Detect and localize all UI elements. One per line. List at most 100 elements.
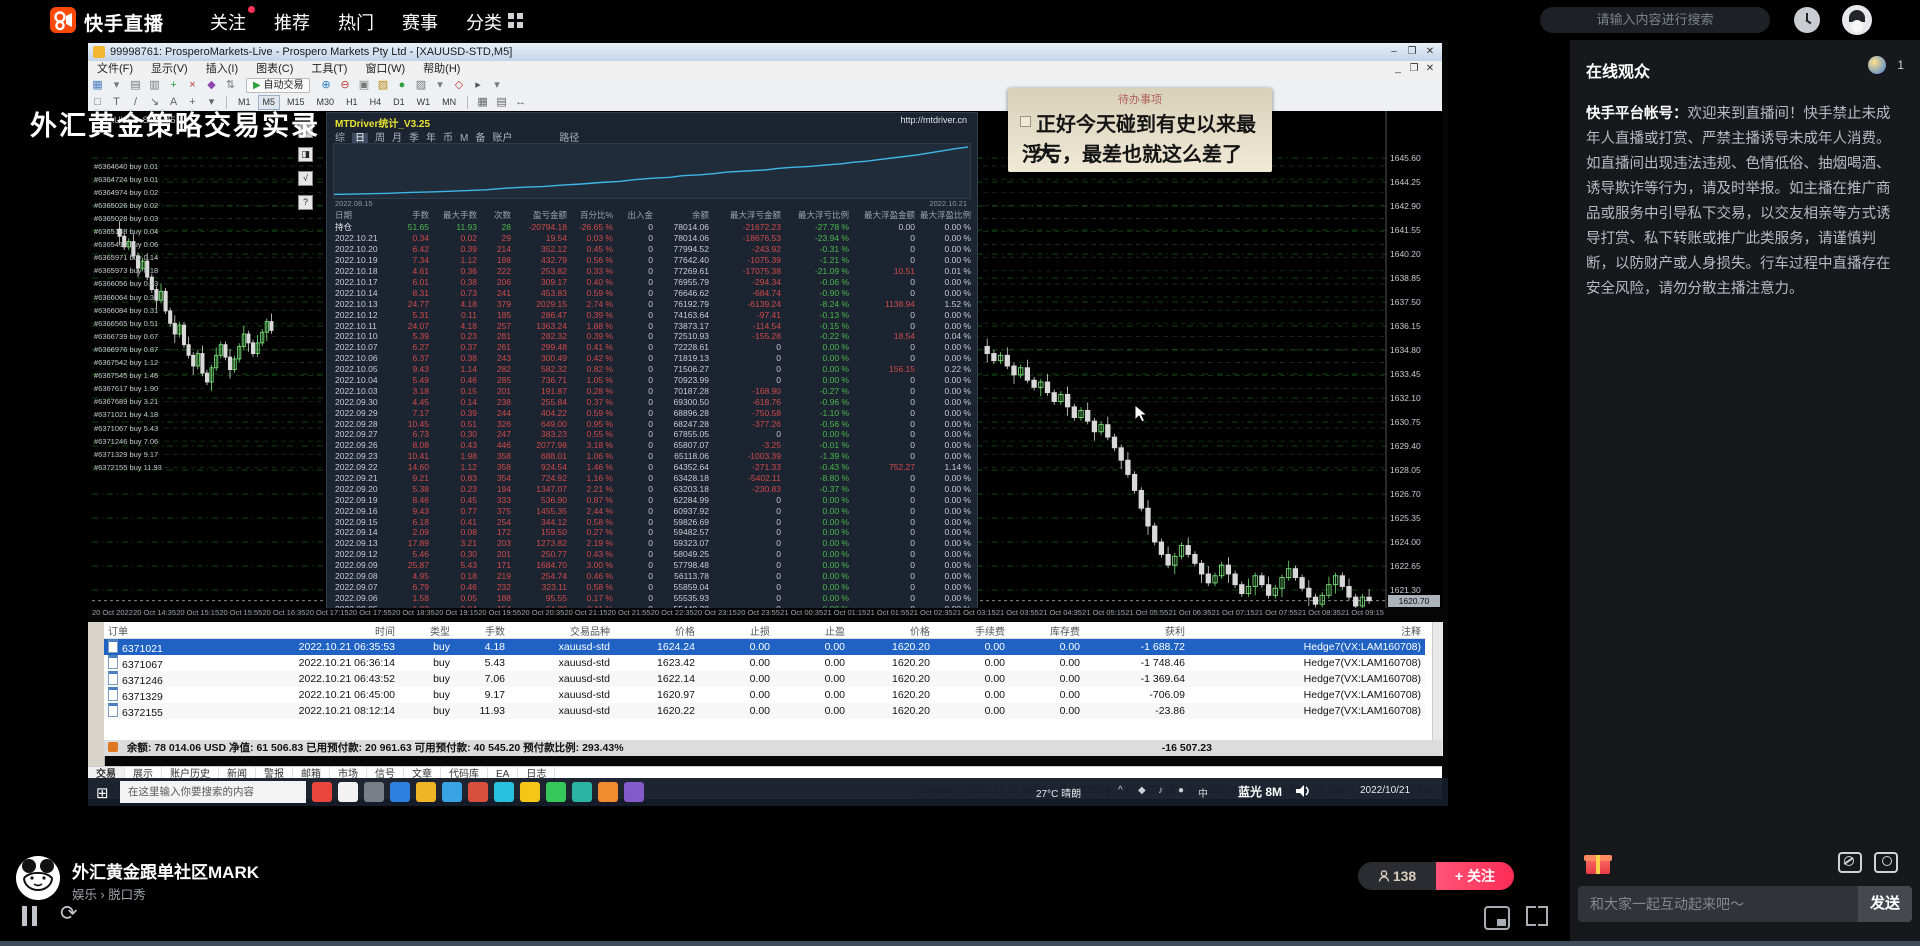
order-row[interactable]: 6371021 2022.10.21 06:35:53 buy 4.18 xauusd-… xyxy=(104,638,1425,655)
tray-icon[interactable]: ● xyxy=(1178,785,1184,796)
orders-header[interactable]: 止盈 xyxy=(774,622,849,639)
toolbar-icon[interactable]: × xyxy=(185,78,200,92)
fullscreen-icon[interactable] xyxy=(1526,906,1548,926)
mini-player-icon[interactable] xyxy=(1484,906,1510,930)
nav-item-分类[interactable]: 分类 xyxy=(466,9,502,35)
toolbar-icon[interactable]: ⊖ xyxy=(337,78,352,92)
taskbar-app-icon[interactable] xyxy=(364,782,384,802)
screen-record-icon[interactable] xyxy=(1874,852,1898,873)
chart-mini-button[interactable]: ? xyxy=(298,195,313,210)
orders-scrollbar[interactable] xyxy=(1432,622,1443,756)
subcategory-link[interactable]: 脱口秀 xyxy=(108,888,146,902)
taskbar-app-icon[interactable] xyxy=(390,782,410,802)
order-row[interactable]: 6371067 2022.10.21 06:36:14 buy 5.43 xauusd-… xyxy=(104,655,1425,671)
orders-header[interactable]: 类型 xyxy=(399,622,454,639)
gift-icon[interactable] xyxy=(1584,852,1612,874)
streamer-avatar[interactable] xyxy=(16,856,60,900)
orders-header[interactable]: 价格 xyxy=(614,622,699,639)
taskbar-app-icon[interactable] xyxy=(598,782,618,802)
restore-icon[interactable]: ❐ xyxy=(1404,45,1420,59)
taskbar-app-icon[interactable] xyxy=(546,782,566,802)
orders-header[interactable]: 手续费 xyxy=(934,622,1009,639)
category-grid-icon[interactable] xyxy=(508,13,523,28)
order-row[interactable]: 6371329 2022.10.21 06:45:00 buy 9.17 xauusd-… xyxy=(104,687,1425,703)
toolbar-icon[interactable]: ▤ xyxy=(494,95,509,109)
toolbar-icon[interactable]: ▾ xyxy=(489,78,504,92)
taskbar-app-icon[interactable] xyxy=(520,782,540,802)
chat-input[interactable]: 和大家一起互动起来吧～ xyxy=(1578,886,1858,922)
timeframe-D1[interactable]: D1 xyxy=(388,95,410,110)
taskbar-weather[interactable]: 27°C 晴朗 xyxy=(1036,785,1081,800)
search-input[interactable]: 请输入内容进行搜索 xyxy=(1540,7,1770,33)
nav-item-推荐[interactable]: 推荐 xyxy=(274,9,310,35)
taskbar-app-icon[interactable] xyxy=(572,782,592,802)
taskbar-app-icon[interactable] xyxy=(312,782,332,802)
pause-button[interactable] xyxy=(22,906,40,926)
toolbar-icon[interactable]: ▦ xyxy=(475,95,490,109)
toolbar-icon[interactable]: ▤ xyxy=(128,78,143,92)
autotrade-button[interactable]: ▶ 自动交易 xyxy=(246,78,311,93)
toolbar-icon[interactable]: ▾ xyxy=(109,78,124,92)
menu-文件(F)[interactable]: 文件(F) xyxy=(88,61,142,77)
toolbar-icon[interactable]: ▥ xyxy=(147,78,162,92)
menu-工具(T)[interactable]: 工具(T) xyxy=(302,61,356,77)
follow-button[interactable]: + 关注 xyxy=(1436,862,1514,890)
taskbar-app-icon[interactable] xyxy=(468,782,488,802)
orders-header[interactable]: 时间 xyxy=(244,622,399,639)
menu-帮助(H)[interactable]: 帮助(H) xyxy=(414,61,469,77)
timeframe-H1[interactable]: H1 xyxy=(341,95,363,110)
order-row[interactable]: 6372155 2022.10.21 08:12:14 buy 11.93 xauusd… xyxy=(104,703,1425,719)
timeframe-W1[interactable]: W1 xyxy=(412,95,436,110)
user-avatar[interactable] xyxy=(1842,5,1872,35)
toolbar-icon[interactable]: ▨ xyxy=(413,78,428,92)
menu-窗口(W)[interactable]: 窗口(W) xyxy=(356,61,414,77)
send-button[interactable]: 发送 xyxy=(1858,886,1912,922)
toolbar-icon[interactable]: ● xyxy=(394,78,409,92)
menu-显示(V)[interactable]: 显示(V) xyxy=(142,61,197,77)
orders-header[interactable]: 交易品种 xyxy=(509,622,614,639)
refresh-button[interactable]: ⟳ xyxy=(60,902,84,926)
nav-item-赛事[interactable]: 赛事 xyxy=(402,9,438,35)
nav-item-关注[interactable]: 关注 xyxy=(210,6,255,35)
taskbar-app-icon[interactable] xyxy=(624,782,644,802)
orders-header[interactable]: 手数 xyxy=(454,622,509,639)
chart-mini-button[interactable]: √ xyxy=(298,171,313,186)
category-link[interactable]: 娱乐 xyxy=(72,888,97,902)
windows-start-icon[interactable]: ⊞ xyxy=(96,784,109,802)
taskbar-app-icon[interactable] xyxy=(416,782,436,802)
toolbar-icon[interactable]: ▦ xyxy=(90,78,105,92)
orders-header[interactable]: 库存费 xyxy=(1009,622,1084,639)
close-icon[interactable]: ✕ xyxy=(1422,45,1438,59)
timeframe-MN[interactable]: MN xyxy=(437,95,461,110)
tray-icon[interactable]: ^ xyxy=(1118,785,1123,796)
toolbar-icon[interactable]: ↔ xyxy=(513,95,528,109)
taskbar-app-icon[interactable] xyxy=(338,782,358,802)
toolbar-icon[interactable]: ▣ xyxy=(356,78,371,92)
toolbar-icon[interactable]: ◆ xyxy=(204,78,219,92)
toolbar-icon[interactable]: ⊕ xyxy=(318,78,333,92)
toolbar-icon[interactable]: ▾ xyxy=(432,78,447,92)
viewer-mini-avatar[interactable] xyxy=(1868,56,1886,74)
orders-header[interactable]: 价格 xyxy=(849,622,934,639)
minimize-icon[interactable]: – xyxy=(1386,45,1402,59)
toolbar-icon[interactable]: ▧ xyxy=(375,78,390,92)
toolbar-icon[interactable]: + xyxy=(166,78,181,92)
orders-header[interactable]: 获利 xyxy=(1084,622,1189,639)
toolbar-icon[interactable]: ⇅ xyxy=(223,78,238,92)
menu-插入(I)[interactable]: 插入(I) xyxy=(197,61,247,77)
quality-label[interactable]: 蓝光 8M xyxy=(1238,785,1282,799)
menu-图表(C)[interactable]: 图表(C) xyxy=(247,61,302,77)
order-row[interactable]: 6371246 2022.10.21 06:43:52 buy 7.06 xauusd-… xyxy=(104,671,1425,687)
tray-icon[interactable]: ♪ xyxy=(1158,785,1163,796)
toolbar-icon[interactable]: ◇ xyxy=(451,78,466,92)
taskbar-search-input[interactable]: 在这里输入你要搜索的内容 xyxy=(120,781,306,803)
chart-mini-button[interactable]: ◨ xyxy=(298,147,313,162)
orders-header[interactable]: 止损 xyxy=(699,622,774,639)
taskbar-app-icon[interactable] xyxy=(494,782,514,802)
kuaishou-logo-icon[interactable] xyxy=(50,7,76,33)
orders-header[interactable]: 注释 xyxy=(1189,622,1425,639)
tray-icon[interactable]: 中 xyxy=(1198,785,1208,800)
volume-icon[interactable] xyxy=(1295,784,1313,798)
nav-item-热门[interactable]: 热门 xyxy=(338,9,374,35)
toolbar-icon[interactable]: ▸ xyxy=(470,78,485,92)
